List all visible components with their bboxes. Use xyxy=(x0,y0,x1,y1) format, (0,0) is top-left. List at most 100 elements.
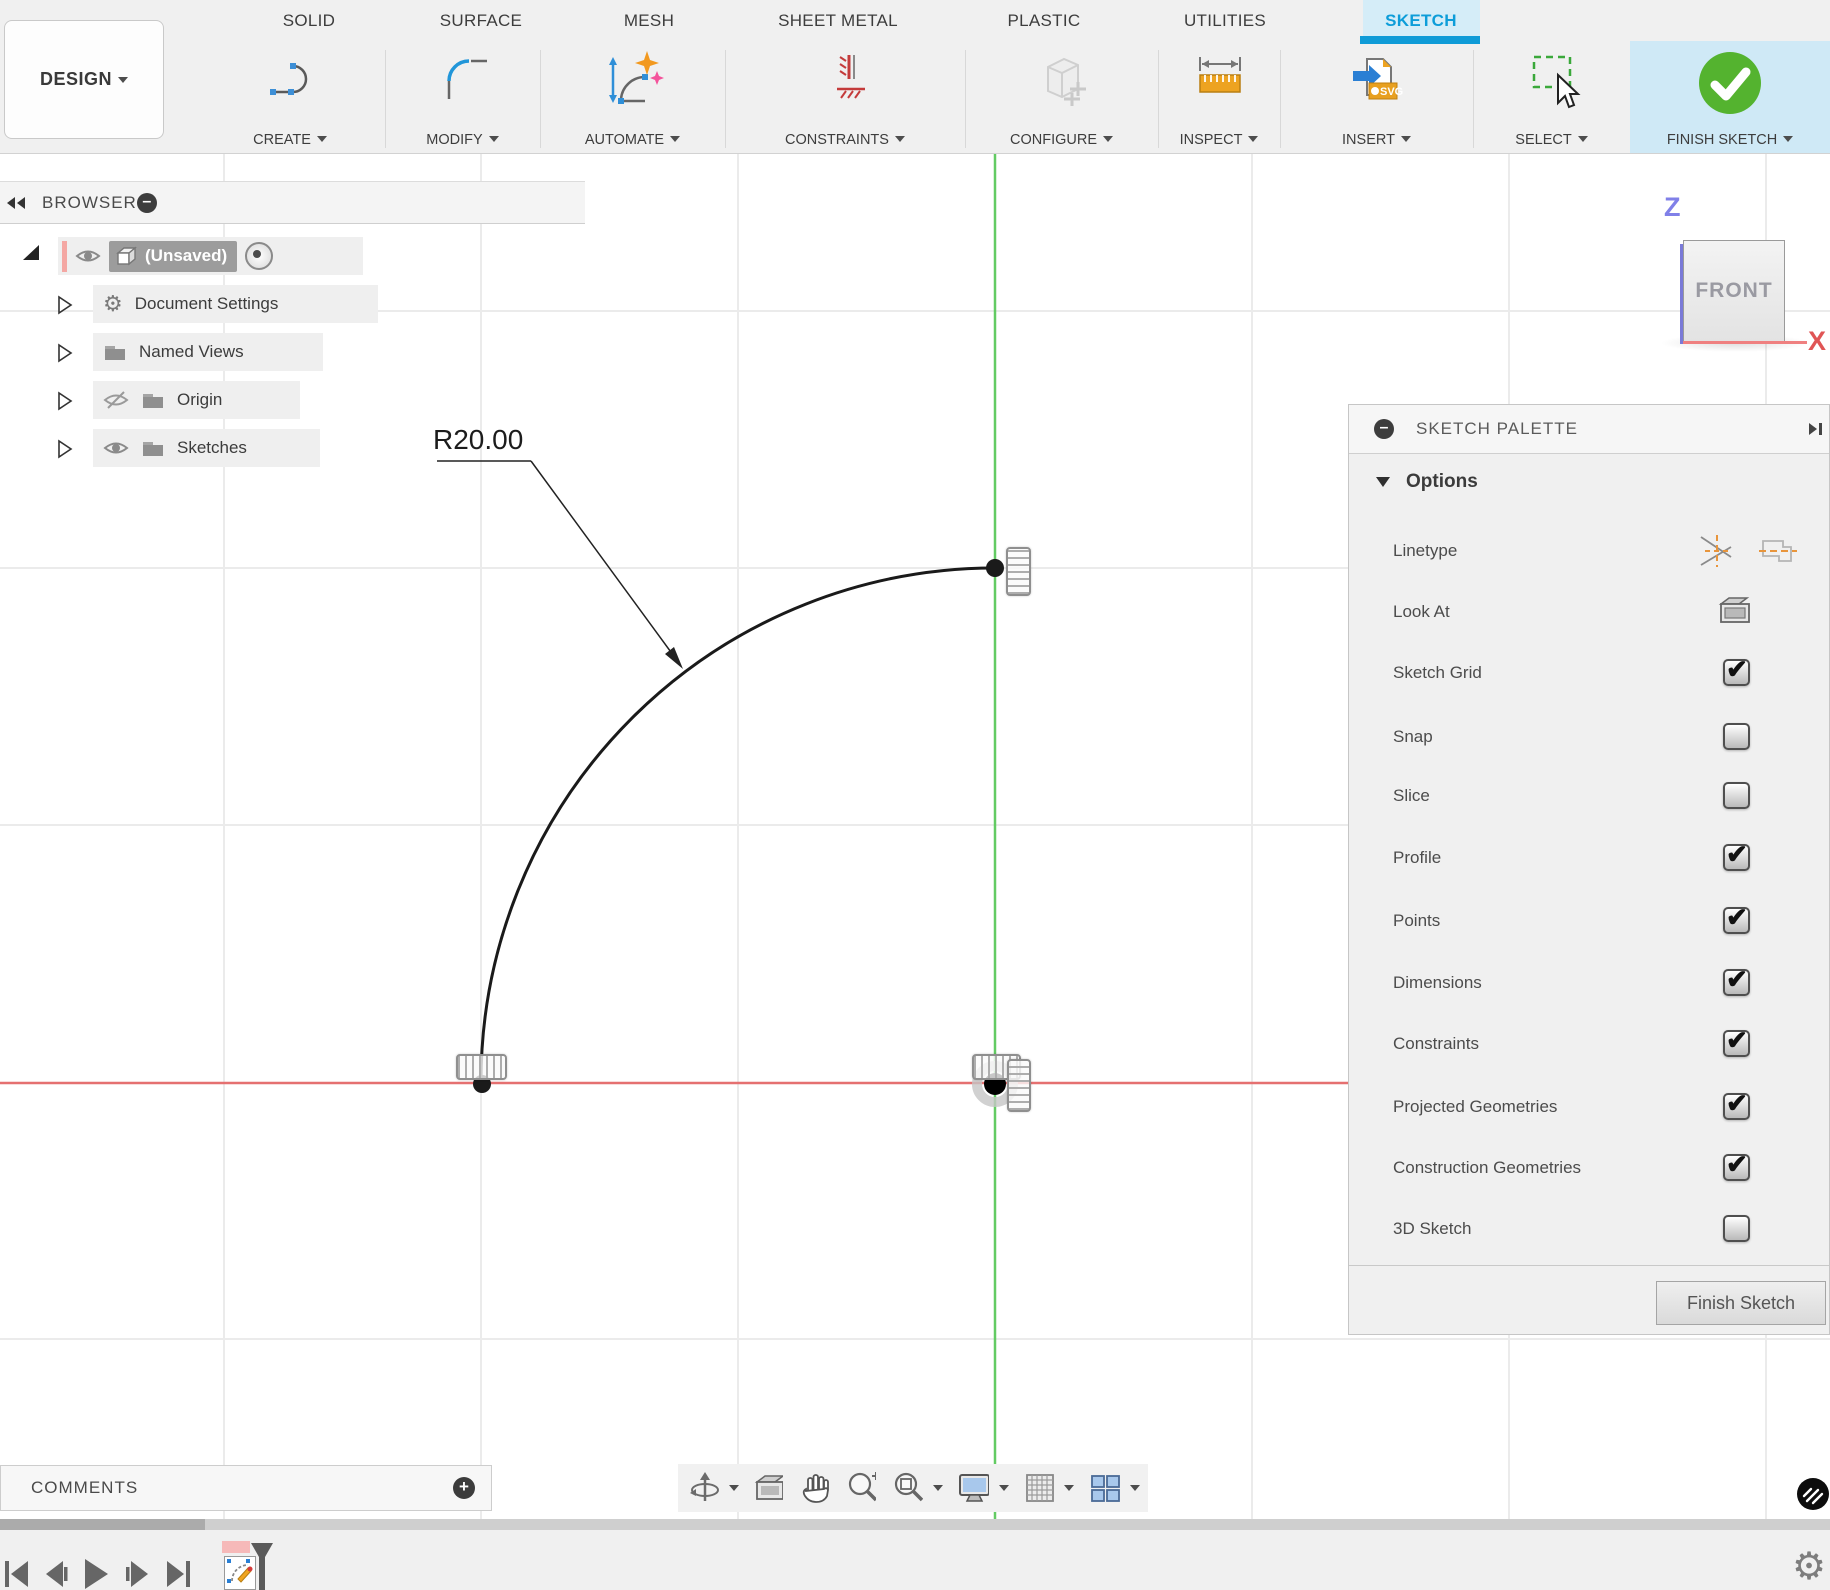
play-icon[interactable] xyxy=(82,1558,110,1590)
timeline-playhead[interactable] xyxy=(251,1543,275,1590)
palette-divider xyxy=(1349,1265,1829,1266)
chevron-down-icon[interactable] xyxy=(1130,1485,1140,1491)
sketch-palette-title: SKETCH PALETTE xyxy=(1416,419,1807,439)
constraint-hatch-icon xyxy=(815,49,875,109)
browser-item-document-settings[interactable]: ⚙ Document Settings xyxy=(93,285,378,323)
chevron-down-icon[interactable] xyxy=(999,1485,1009,1491)
finish-sketch-button[interactable]: FINISH SKETCH xyxy=(1630,41,1830,153)
insert-group[interactable]: SVG INSERT xyxy=(1280,41,1473,153)
snap-checkbox[interactable] xyxy=(1723,723,1750,750)
design-workspace-menu[interactable]: DESIGN xyxy=(4,20,164,139)
collapse-left-icon[interactable] xyxy=(6,196,28,210)
comments-bar[interactable]: COMMENTS xyxy=(0,1465,492,1511)
row-label: Sketch Grid xyxy=(1393,663,1482,683)
radius-dimension-label[interactable]: R20.00 xyxy=(433,424,523,456)
centerline-linetype-icon[interactable] xyxy=(1693,531,1737,571)
constraints-checkbox[interactable] xyxy=(1723,1030,1750,1057)
dimensions-checkbox[interactable] xyxy=(1723,969,1750,996)
look-at-icon[interactable] xyxy=(1717,596,1753,626)
fillet-tool-icon xyxy=(433,49,493,109)
construction-geometries-checkbox[interactable] xyxy=(1723,1154,1750,1181)
settings-gear-icon[interactable]: ⚙ xyxy=(1792,1548,1826,1586)
chevron-down-icon[interactable] xyxy=(729,1485,739,1491)
eye-icon[interactable] xyxy=(103,438,129,458)
viewcube-front-face[interactable]: FRONT xyxy=(1683,240,1785,342)
browser-item-label: Sketches xyxy=(177,438,247,458)
fit-icon[interactable] xyxy=(890,1469,923,1507)
eye-slash-icon[interactable] xyxy=(103,390,129,410)
create-group[interactable]: CREATE xyxy=(195,41,385,153)
tab-surface[interactable]: SURFACE xyxy=(440,0,522,41)
chevron-down-icon[interactable] xyxy=(1064,1485,1074,1491)
expander-icon[interactable] xyxy=(57,343,73,363)
step-back-icon[interactable] xyxy=(42,1560,68,1588)
browser-item-named-views[interactable]: Named Views xyxy=(93,333,323,371)
canvas-scrollbar-thumb[interactable] xyxy=(0,1519,205,1530)
sketch-grid-checkbox[interactable] xyxy=(1723,659,1750,686)
expander-icon[interactable] xyxy=(57,439,73,459)
step-forward-icon[interactable] xyxy=(125,1560,151,1588)
expander-icon[interactable] xyxy=(57,295,73,315)
fix-constraint-icon[interactable] xyxy=(1006,547,1031,596)
browser-item-sketches[interactable]: Sketches xyxy=(93,429,320,467)
skip-start-icon[interactable] xyxy=(4,1560,30,1588)
inspect-group[interactable]: INSPECT xyxy=(1158,41,1280,153)
finish-sketch-label: FINISH SKETCH xyxy=(1667,132,1777,148)
3d-sketch-checkbox[interactable] xyxy=(1723,1215,1750,1242)
tab-plastic[interactable]: PLASTIC xyxy=(1008,0,1081,41)
orbit-icon[interactable] xyxy=(686,1469,719,1507)
eye-icon[interactable] xyxy=(75,246,101,266)
expander-icon[interactable] xyxy=(57,391,73,411)
document-name: (Unsaved) xyxy=(145,246,227,266)
points-checkbox[interactable] xyxy=(1723,907,1750,934)
fix-constraint-icon[interactable] xyxy=(1007,1059,1031,1112)
viewcube-z-label: Z xyxy=(1664,192,1681,223)
fix-constraint-icon[interactable] xyxy=(456,1054,507,1080)
construction-linetype-icon[interactable] xyxy=(1755,531,1799,571)
browser-header[interactable]: BROWSER xyxy=(0,181,585,224)
palette-minimize-icon[interactable] xyxy=(1374,419,1394,439)
activate-component-radio[interactable] xyxy=(245,242,273,270)
insert-label: INSERT xyxy=(1342,132,1395,148)
options-section-header[interactable]: Options xyxy=(1376,471,1478,493)
viewports-icon[interactable] xyxy=(1086,1469,1120,1507)
job-status-badge-icon[interactable] xyxy=(1796,1477,1830,1511)
sketch-palette-header[interactable]: SKETCH PALETTE xyxy=(1349,405,1829,454)
look-at-icon[interactable] xyxy=(751,1469,784,1507)
palette-row-slice: Slice xyxy=(1393,780,1813,812)
palette-row-snap: Snap xyxy=(1393,721,1813,753)
tab-mesh[interactable]: MESH xyxy=(624,0,674,41)
profile-checkbox[interactable] xyxy=(1723,844,1750,871)
slice-checkbox[interactable] xyxy=(1723,782,1750,809)
tab-sheet-metal[interactable]: SHEET METAL xyxy=(778,0,898,41)
pan-icon[interactable] xyxy=(797,1469,830,1507)
add-comment-icon[interactable] xyxy=(453,1477,475,1499)
palette-row-projected-geometries: Projected Geometries xyxy=(1393,1091,1813,1123)
expand-arrow-icon[interactable] xyxy=(20,242,42,264)
select-group[interactable]: SELECT xyxy=(1473,41,1630,153)
configure-group[interactable]: CONFIGURE xyxy=(965,41,1158,153)
tab-sketch[interactable]: SKETCH xyxy=(1385,0,1457,41)
collapse-right-icon[interactable] xyxy=(1807,422,1825,436)
display-settings-icon[interactable] xyxy=(955,1469,989,1507)
viewcube-x-label: X xyxy=(1808,326,1826,357)
canvas-scrollbar[interactable] xyxy=(0,1519,1830,1530)
browser-minimize-icon[interactable] xyxy=(137,193,157,213)
chevron-down-icon[interactable] xyxy=(933,1485,943,1491)
tab-utilities[interactable]: UTILITIES xyxy=(1184,0,1266,41)
finish-sketch-palette-button[interactable]: Finish Sketch xyxy=(1656,1281,1826,1325)
viewcube-x-axis xyxy=(1683,341,1807,344)
skip-end-icon[interactable] xyxy=(166,1560,192,1588)
grid-icon[interactable] xyxy=(1021,1469,1054,1507)
constraints-group[interactable]: CONSTRAINTS xyxy=(725,41,965,153)
modify-group[interactable]: MODIFY xyxy=(385,41,540,153)
dimension-arrowhead xyxy=(665,647,683,669)
row-label: Constraints xyxy=(1393,1034,1479,1054)
projected-geometries-checkbox[interactable] xyxy=(1723,1093,1750,1120)
browser-item-origin[interactable]: Origin xyxy=(93,381,300,419)
automate-group[interactable]: AUTOMATE xyxy=(540,41,725,153)
document-name-box[interactable]: (Unsaved) xyxy=(109,241,237,272)
tab-solid[interactable]: SOLID xyxy=(283,0,336,41)
zoom-icon[interactable] xyxy=(844,1469,877,1507)
browser-root-row[interactable]: (Unsaved) xyxy=(58,237,363,275)
